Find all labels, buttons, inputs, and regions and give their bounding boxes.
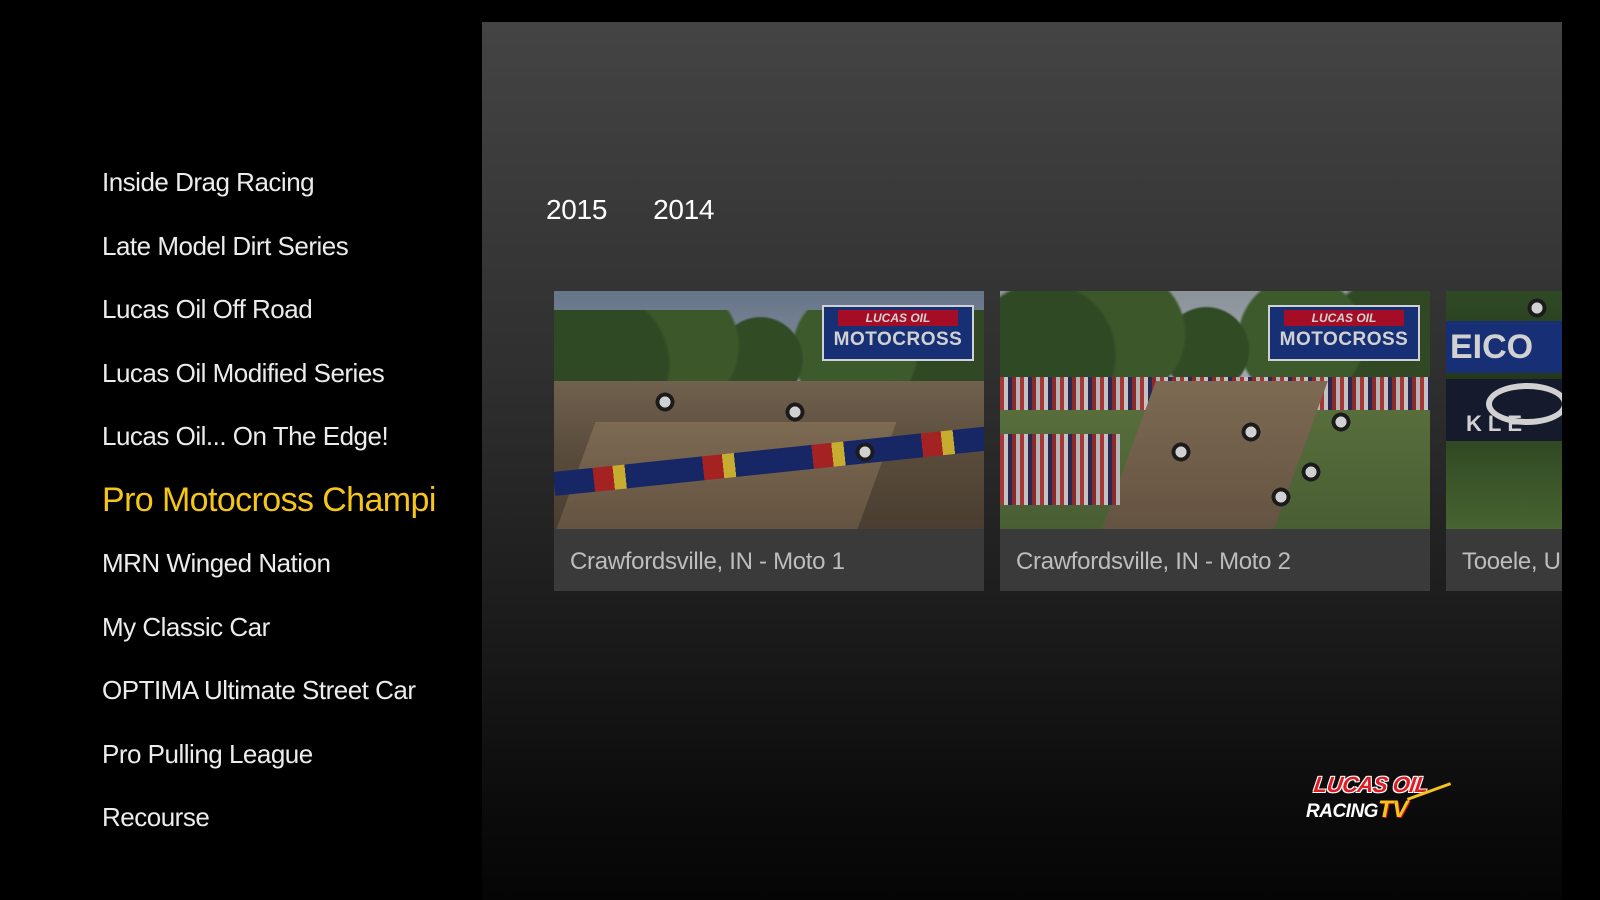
category-sidebar: Inside Drag Racing Late Model Dirt Serie… xyxy=(0,0,482,900)
category-item-lucas-oil-off-road[interactable]: Lucas Oil Off Road xyxy=(102,287,462,351)
logo-racing-text: RACING xyxy=(1306,801,1378,822)
category-item-lucas-oil-modified-series[interactable]: Lucas Oil Modified Series xyxy=(102,351,462,415)
content-panel: 2015 2014 LUCAS OIL MOTOCROSS Crawfordsv… xyxy=(482,22,1562,900)
category-item-pro-pulling-league[interactable]: Pro Pulling League xyxy=(102,732,462,796)
logo-line-racing: RACINGTV xyxy=(1306,796,1408,824)
category-item-my-classic-car[interactable]: My Classic Car xyxy=(102,605,462,669)
category-item-mrn-winged-nation[interactable]: MRN Winged Nation xyxy=(102,541,462,605)
category-item-late-model-dirt-series[interactable]: Late Model Dirt Series xyxy=(102,224,462,288)
lucas-oil-racing-tv-logo: LUCAS OIL RACINGTV xyxy=(1306,772,1456,834)
logo-tv-text: TV xyxy=(1377,796,1408,823)
logo-line-lucas-oil: LUCAS OIL xyxy=(1312,772,1430,797)
video-title: Crawfordsville, IN - Moto 2 xyxy=(1000,529,1430,591)
video-title: Tooele, U xyxy=(1446,529,1562,591)
video-thumbnail: EICO KLE xyxy=(1446,291,1562,529)
tab-year-2015[interactable]: 2015 xyxy=(546,194,607,226)
category-list: Inside Drag Racing Late Model Dirt Serie… xyxy=(102,160,462,859)
video-title: Crawfordsville, IN - Moto 1 xyxy=(554,529,984,591)
video-thumbnail: LUCAS OIL MOTOCROSS xyxy=(1000,291,1430,529)
video-card-tooele[interactable]: EICO KLE Tooele, U xyxy=(1446,291,1562,591)
video-card-crawfordsville-moto-1[interactable]: LUCAS OIL MOTOCROSS Crawfordsville, IN -… xyxy=(554,291,984,591)
category-item-pro-motocross-selected[interactable]: Pro Motocross Champi xyxy=(102,478,462,542)
tab-year-2014[interactable]: 2014 xyxy=(653,194,714,226)
video-thumbnail: LUCAS OIL MOTOCROSS xyxy=(554,291,984,529)
category-item-lucas-oil-on-the-edge[interactable]: Lucas Oil... On The Edge! xyxy=(102,414,462,478)
video-card-crawfordsville-moto-2[interactable]: LUCAS OIL MOTOCROSS Crawfordsville, IN -… xyxy=(1000,291,1430,591)
category-item-inside-drag-racing[interactable]: Inside Drag Racing xyxy=(102,160,462,224)
tv-app-screen: Inside Drag Racing Late Model Dirt Serie… xyxy=(0,0,1600,900)
category-item-recourse[interactable]: Recourse xyxy=(102,795,462,859)
category-item-optima-ultimate-street-car[interactable]: OPTIMA Ultimate Street Car xyxy=(102,668,462,732)
year-tab-row: 2015 2014 xyxy=(546,194,714,226)
video-card-row: LUCAS OIL MOTOCROSS Crawfordsville, IN -… xyxy=(554,291,1562,591)
